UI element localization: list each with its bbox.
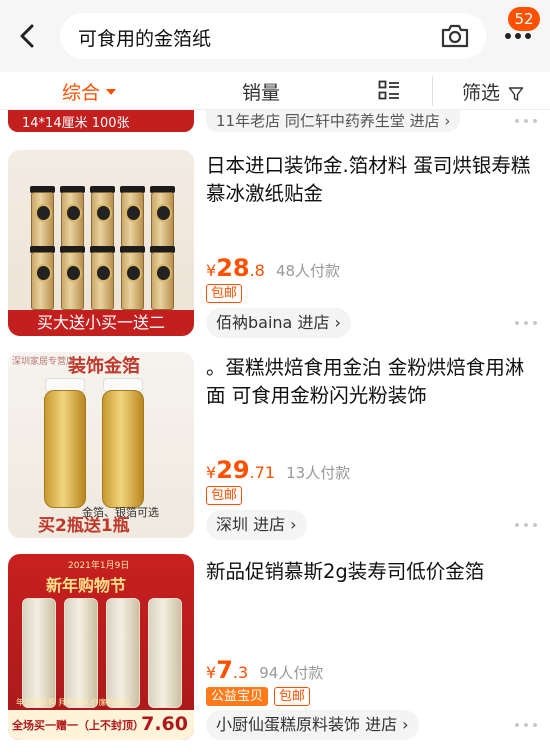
tab-divider — [432, 76, 433, 106]
price-integer: 28 — [216, 254, 250, 282]
free-shipping-tag: 包邮 — [206, 284, 243, 303]
tab-comprehensive-label: 综合 — [62, 82, 101, 104]
tab-sales[interactable]: 销量 — [242, 78, 280, 105]
sold-count: 48人付款 — [275, 262, 341, 280]
product-thumbnail[interactable]: 买大送小买一送二 — [8, 150, 194, 336]
price-decimal: .8 — [249, 261, 265, 280]
product-title[interactable]: 。蛋糕烘焙食用金泊 金粉烘焙食用淋面 可食用金粉闪光粉装饰 — [206, 354, 536, 410]
thumbnail-price: 7.60 — [141, 713, 188, 735]
thumbnail-caption: 14*14厘米 100张 — [22, 116, 130, 131]
product-title[interactable]: 新品促销慕斯2g装寿司低价金箔 — [206, 558, 536, 586]
sold-count: 94人付款 — [259, 664, 324, 682]
top-bar: 可食用的金箔纸 52 — [0, 0, 550, 72]
thumbnail-date: 2021年1月9日 — [68, 561, 130, 571]
price-decimal: .71 — [249, 463, 276, 482]
thumbnail-subtitle: 年货提前购 拜年送礼价廉物美款 — [16, 698, 131, 707]
sort-tabs: 综合 销量 筛选 — [0, 72, 550, 110]
thumbnail-shop-name: 深圳家居专营店 — [12, 357, 76, 367]
free-shipping-tag: 包邮 — [206, 486, 243, 505]
search-query: 可食用的金箔纸 — [78, 28, 212, 50]
message-count-badge[interactable]: 52 — [508, 7, 540, 31]
list-item[interactable]: 买大送小买一送二 日本进口装饰金.箔材料 蛋司烘银寿糕慕冰激纸贴金 ¥28.8 … — [0, 150, 550, 338]
price-currency: ¥ — [206, 663, 217, 682]
price-integer: 7 — [216, 656, 233, 684]
shop-link[interactable]: 深圳 进店 › — [206, 510, 307, 540]
camera-icon[interactable] — [440, 22, 470, 50]
product-thumbnail[interactable]: 深圳家居专营店 装饰金箔 金箔、银箔可选 买2瓶送1瓶 — [8, 352, 194, 538]
price-currency: ¥ — [206, 261, 217, 280]
more-options-icon[interactable] — [515, 119, 539, 125]
caret-down-icon — [106, 88, 117, 95]
tab-filter[interactable]: 筛选 — [462, 78, 524, 105]
thumbnail-promo-banner: 买2瓶送1瓶 — [38, 516, 130, 536]
list-view-icon[interactable] — [378, 80, 400, 107]
charity-tag: 公益宝贝 — [206, 687, 269, 706]
sold-count: 13人付款 — [286, 464, 351, 482]
shop-link[interactable]: 11年老店 同仁轩中药养生堂 进店 › — [206, 110, 461, 132]
thumbnail-promo-banner: 全场买一赠一（上不封顶） — [12, 719, 144, 732]
more-options-icon[interactable] — [515, 523, 539, 529]
more-options-icon[interactable] — [515, 321, 539, 327]
tab-filter-label: 筛选 — [462, 82, 501, 104]
more-options-icon[interactable] — [515, 723, 539, 729]
search-input[interactable]: 可食用的金箔纸 — [60, 13, 486, 59]
thumbnail-title: 新年购物节 — [46, 576, 127, 595]
list-item-partial[interactable]: 14*14厘米 100张 11年老店 同仁轩中药养生堂 进店 › — [0, 110, 550, 134]
price-row: ¥7.3 94人付款 — [206, 656, 323, 684]
thumbnail-footer: 全场买一赠一（上不封顶） 7.60 — [8, 710, 194, 740]
product-title[interactable]: 日本进口装饰金.箔材料 蛋司烘银寿糕慕冰激纸贴金 — [206, 152, 536, 208]
thumbnail-title: 装饰金箔 — [68, 356, 140, 377]
product-thumbnail[interactable]: 2021年1月9日 新年购物节 年货提前购 拜年送礼价廉物美款 全场买一赠一（上… — [8, 554, 194, 740]
tab-comprehensive[interactable]: 综合 — [62, 78, 117, 105]
filter-funnel-icon — [508, 86, 524, 101]
shop-link[interactable]: 佰衲baina 进店 › — [206, 308, 351, 338]
list-item[interactable]: 2021年1月9日 新年购物节 年货提前购 拜年送礼价廉物美款 全场买一赠一（上… — [0, 554, 550, 755]
price-integer: 29 — [216, 456, 250, 484]
price-row: ¥29.71 13人付款 — [206, 456, 350, 484]
price-decimal: .3 — [232, 663, 249, 682]
back-arrow-icon[interactable] — [14, 22, 42, 50]
product-list: 14*14厘米 100张 11年老店 同仁轩中药养生堂 进店 › 买大送小买一送… — [0, 110, 550, 755]
price-currency: ¥ — [206, 463, 217, 482]
thumbnail-header: 深圳家居专营店 装饰金箔 — [8, 352, 194, 377]
free-shipping-tag: 包邮 — [274, 687, 311, 706]
list-item[interactable]: 深圳家居专营店 装饰金箔 金箔、银箔可选 买2瓶送1瓶 。蛋糕烘焙食用金泊 金粉… — [0, 352, 550, 540]
shop-link[interactable]: 小厨仙蛋糕原料装饰 进店 › — [206, 710, 419, 740]
product-thumbnail[interactable]: 14*14厘米 100张 — [8, 110, 194, 132]
price-row: ¥28.8 48人付款 — [206, 254, 340, 282]
thumbnail-promo-banner: 买大送小买一送二 — [8, 310, 194, 336]
